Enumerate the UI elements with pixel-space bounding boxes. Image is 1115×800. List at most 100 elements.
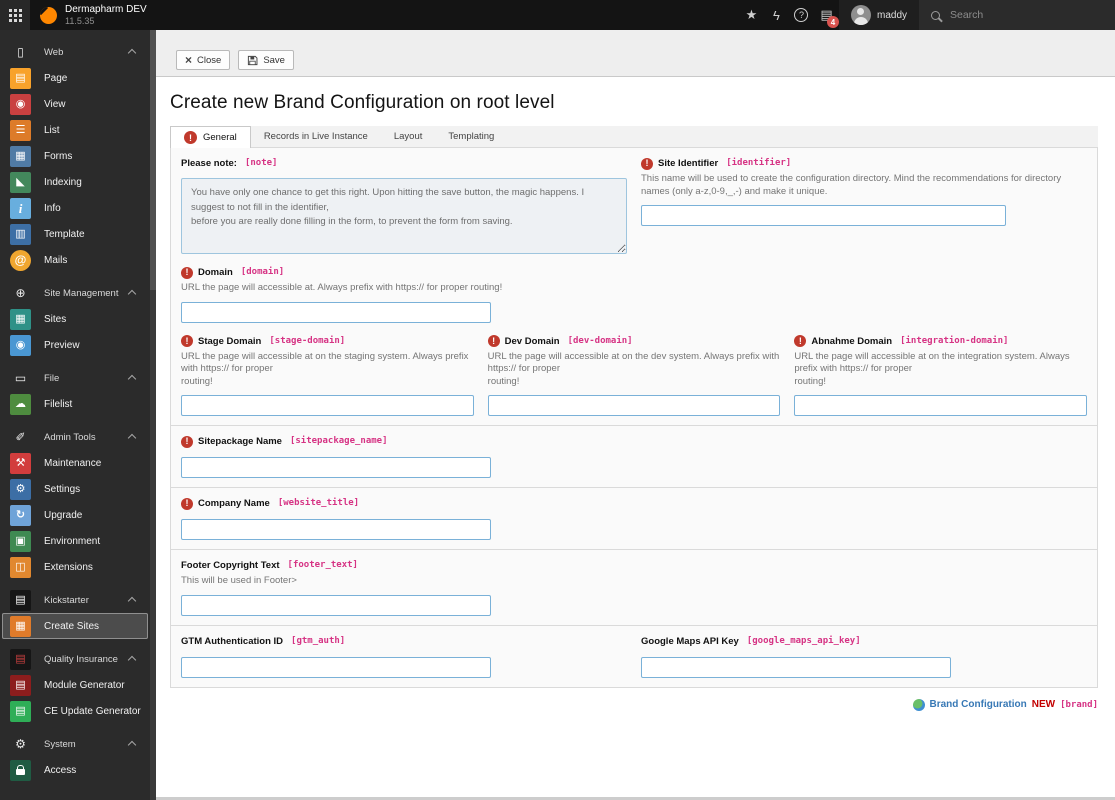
eye-icon: ◉ bbox=[10, 93, 31, 115]
form-section-main: Please note: [note] You have only one ch… bbox=[170, 147, 1098, 427]
brand-area[interactable]: Dermapharm DEV 11.5.35 bbox=[30, 0, 157, 30]
user-menu[interactable]: maddy bbox=[838, 0, 919, 30]
chevron-up-icon bbox=[127, 655, 137, 665]
flush-cache-bolt-icon[interactable]: ϟ bbox=[764, 0, 789, 30]
gear-icon: ⚙ bbox=[10, 478, 31, 500]
field-tag: [website_title] bbox=[277, 498, 360, 509]
save-button[interactable]: Save bbox=[238, 50, 294, 70]
field-tag: [dev-domain] bbox=[567, 335, 633, 346]
sidebar-item-filelist[interactable]: ☁ Filelist bbox=[0, 391, 150, 417]
close-icon: × bbox=[185, 53, 193, 67]
field-label: Domain bbox=[198, 267, 233, 278]
stage-domain-input[interactable] bbox=[181, 395, 474, 417]
record-type-link[interactable]: Brand Configuration bbox=[930, 699, 1027, 710]
modules-grid-button[interactable] bbox=[0, 0, 30, 30]
tab-templating[interactable]: Templating bbox=[435, 126, 507, 147]
tab-general[interactable]: General bbox=[170, 126, 251, 148]
sidebar-item-access[interactable]: Access bbox=[0, 757, 150, 783]
system-information-icon[interactable]: ▤ 4 bbox=[814, 0, 839, 30]
sidebar-item-forms[interactable]: ▦ Forms bbox=[0, 143, 150, 169]
gtm-auth-input[interactable] bbox=[181, 656, 491, 678]
form-area: Create new Brand Configuration on root l… bbox=[156, 92, 1115, 711]
sidebar-section-admin-tools[interactable]: ✐ Admin Tools bbox=[0, 424, 150, 450]
required-icon bbox=[181, 266, 193, 279]
tab-records-in-live-instance[interactable]: Records in Live Instance bbox=[251, 126, 381, 147]
required-icon bbox=[181, 435, 193, 448]
sidebar-section-web[interactable]: ▯ Web bbox=[0, 39, 150, 65]
dev-domain-input[interactable] bbox=[487, 395, 781, 417]
search-input[interactable] bbox=[948, 8, 1078, 22]
form-section-company: Company Name [website_title] bbox=[170, 487, 1098, 551]
ce-update-generator-icon: ▤ bbox=[10, 700, 31, 722]
field-sitepackage-name: Sitepackage Name [sitepackage_name] bbox=[181, 435, 1087, 479]
field-label: Google Maps API Key bbox=[641, 635, 739, 647]
wrench-icon: ⚒ bbox=[10, 452, 31, 474]
record-tag: [brand] bbox=[1060, 699, 1098, 710]
sidebar-item-mails[interactable]: @ Mails bbox=[0, 247, 150, 273]
sidebar-item-preview[interactable]: ◉ Preview bbox=[0, 332, 150, 358]
help-icon[interactable]: ? bbox=[789, 0, 814, 30]
footer-copyright-input[interactable] bbox=[181, 594, 491, 616]
field-company-name: Company Name [website_title] bbox=[181, 497, 1087, 541]
site-identifier-input[interactable] bbox=[641, 205, 1006, 227]
tab-label: Records in Live Instance bbox=[263, 131, 368, 142]
sitepackage-name-input[interactable] bbox=[181, 457, 491, 479]
tab-label: Templating bbox=[448, 131, 495, 142]
module-menu: ▯ Web ▤ Page ◉ View ☰ List ▦ Forms ◣ Ind… bbox=[0, 30, 150, 800]
sidebar-item-ce-update-generator[interactable]: ▤ CE Update Generator bbox=[0, 698, 150, 724]
field-note: Please note: [note] You have only one ch… bbox=[181, 157, 627, 254]
field-gtm-auth: GTM Authentication ID [gtm_auth] bbox=[181, 635, 627, 678]
company-name-input[interactable] bbox=[181, 519, 491, 541]
sidebar-item-template[interactable]: ▥ Template bbox=[0, 221, 150, 247]
refresh-icon: ↻ bbox=[10, 504, 31, 526]
sidebar-item-upgrade[interactable]: ↻ Upgrade bbox=[0, 502, 150, 528]
sidebar-item-extensions[interactable]: ◫ Extensions bbox=[0, 554, 150, 580]
topbar-right: ★ ϟ ? ▤ 4 maddy bbox=[739, 0, 1115, 30]
brand-record-globe-icon bbox=[912, 698, 925, 711]
sidebar-item-create-sites[interactable]: ▦ Create Sites bbox=[2, 613, 148, 639]
error-indicator-icon bbox=[184, 131, 197, 144]
sidebar-section-quality-insurance[interactable]: ▤ Quality Insurance bbox=[0, 646, 150, 672]
bookmark-star-icon[interactable]: ★ bbox=[739, 0, 764, 30]
document-outline-icon: ▯ bbox=[17, 45, 24, 59]
save-button-label: Save bbox=[263, 54, 285, 66]
google-maps-api-key-input[interactable] bbox=[641, 656, 951, 678]
sidebar-item-info[interactable]: i Info bbox=[0, 195, 150, 221]
sidebar-item-indexing[interactable]: ◣ Indexing bbox=[0, 169, 150, 195]
required-icon bbox=[181, 335, 193, 348]
sidebar-item-environment[interactable]: ▣ Environment bbox=[0, 528, 150, 554]
sidebar-item-list[interactable]: ☰ List bbox=[0, 117, 150, 143]
note-textarea[interactable]: You have only one chance to get this rig… bbox=[181, 178, 627, 254]
package-icon: ◫ bbox=[10, 556, 31, 578]
sidebar-item-sites[interactable]: ▦ Sites bbox=[0, 306, 150, 332]
close-button[interactable]: × Close bbox=[176, 50, 231, 70]
sidebar-item-maintenance[interactable]: ⚒ Maintenance bbox=[0, 450, 150, 476]
record-state-badge: NEW bbox=[1031, 699, 1056, 711]
field-tag: [integration-domain] bbox=[900, 335, 1009, 346]
sidebar-item-settings[interactable]: ⚙ Settings bbox=[0, 476, 150, 502]
sidebar-item-page[interactable]: ▤ Page bbox=[0, 65, 150, 91]
field-google-maps-api-key: Google Maps API Key [google_maps_api_key… bbox=[641, 635, 1087, 678]
field-domain: Domain [domain] URL the page will access… bbox=[181, 266, 1087, 323]
required-icon bbox=[181, 497, 193, 510]
sidebar-item-view[interactable]: ◉ View bbox=[0, 91, 150, 117]
site-name: Dermapharm DEV bbox=[65, 4, 147, 16]
typo3-logo bbox=[40, 6, 57, 24]
rocket-icon: ✐ bbox=[15, 430, 26, 444]
sidebar-item-module-generator[interactable]: ▤ Module Generator bbox=[0, 672, 150, 698]
sidebar-section-file[interactable]: ▭ File bbox=[0, 365, 150, 391]
sidebar-section-system[interactable]: ⚙ System bbox=[0, 731, 150, 757]
field-description: URL the page will accessible at on the s… bbox=[181, 350, 469, 387]
field-label: Stage Domain bbox=[198, 335, 262, 347]
field-description: This will be used in Footer> bbox=[181, 575, 297, 587]
domain-input[interactable] bbox=[181, 301, 491, 323]
abnahme-domain-input[interactable] bbox=[794, 395, 1087, 417]
sidebar-section-site-management[interactable]: ⊕ Site Management bbox=[0, 280, 150, 306]
chevron-up-icon bbox=[127, 596, 137, 606]
tab-layout[interactable]: Layout bbox=[381, 126, 436, 147]
list-icon: ☰ bbox=[10, 119, 31, 141]
field-description: This name will be used to create the con… bbox=[641, 173, 1062, 197]
field-label: Dev Domain bbox=[504, 335, 560, 347]
sidebar-section-kickstarter[interactable]: ▤ Kickstarter bbox=[0, 587, 150, 613]
globe-icon: ⊕ bbox=[15, 286, 26, 300]
